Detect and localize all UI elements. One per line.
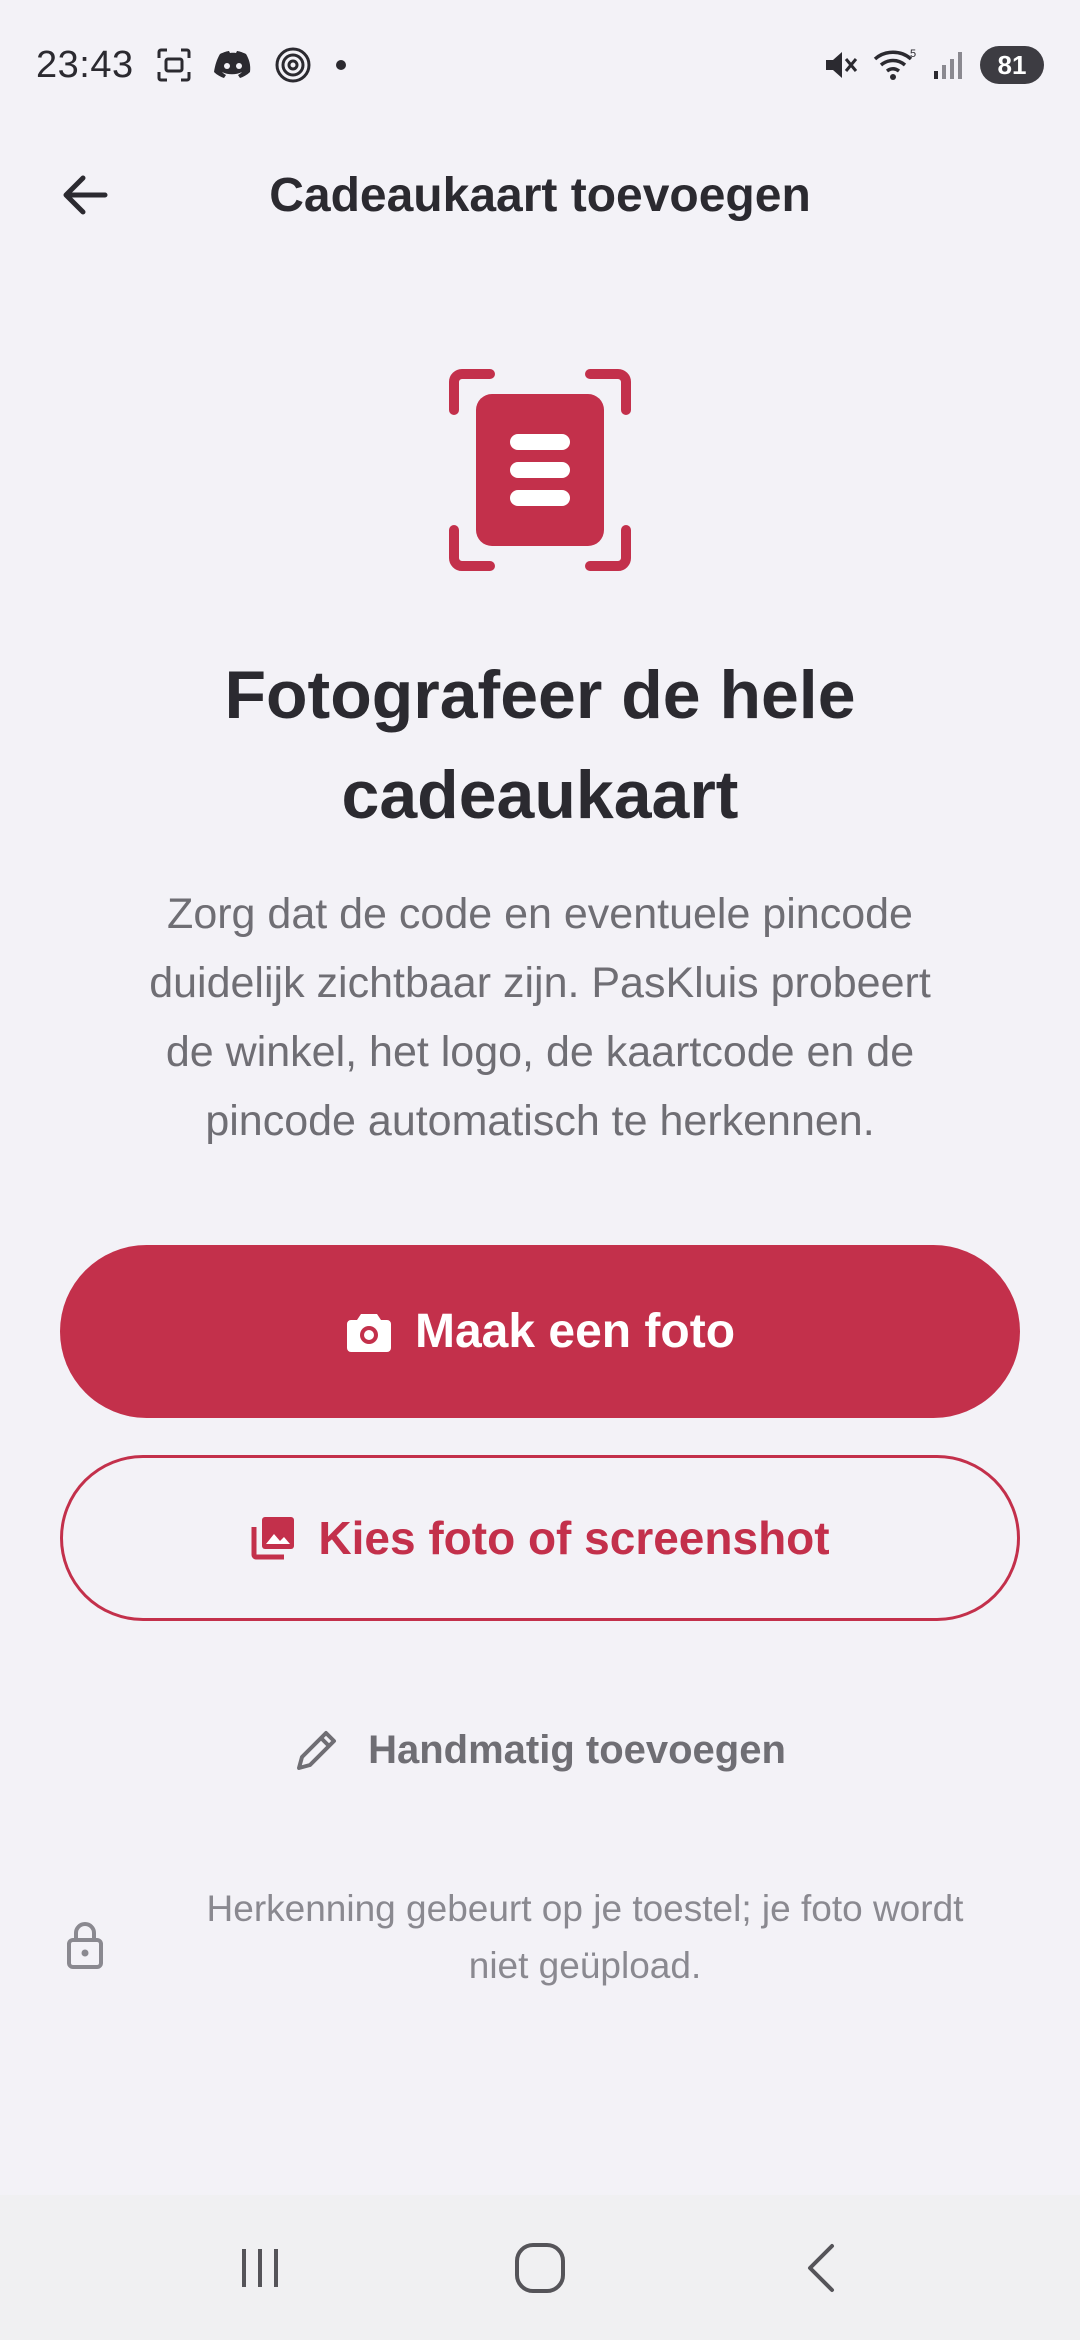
choose-photo-label: Kies foto of screenshot (318, 1512, 830, 1564)
mute-icon (822, 47, 858, 83)
back-icon (808, 2243, 834, 2292)
page-title: Cadeaukaart toevoegen (269, 168, 811, 222)
photo-library-icon (251, 1517, 295, 1560)
take-photo-button[interactable]: Maak een foto (60, 1245, 1020, 1418)
arrow-left-icon (63, 175, 108, 215)
nav-home-button[interactable] (480, 2218, 600, 2318)
status-right: 5 81 (822, 46, 1044, 84)
app-bar: Cadeaukaart toevoegen (0, 140, 1080, 250)
take-photo-label: Maak een foto (414, 1305, 736, 1358)
recents-icon (242, 2248, 278, 2287)
description-line: Zorg dat de code en eventuele pincode (167, 890, 913, 938)
description-line: de winkel, het logo, de kaartcode en de (165, 1028, 915, 1076)
back-button[interactable] (40, 150, 130, 240)
status-bar: 23:43 5 81 (0, 0, 1080, 130)
navigation-bar (0, 2195, 1080, 2340)
description-line: duidelijk zichtbaar zijn. PasKluis probe… (149, 959, 931, 1007)
scan-document-icon (448, 368, 632, 572)
description-line: pincode automatisch te herkennen. (205, 1097, 875, 1145)
lock-icon (66, 1920, 104, 1975)
headline-line: cadeaukaart (341, 757, 739, 833)
nav-recents-button[interactable] (200, 2218, 320, 2318)
screen: 23:43 5 81 Cadeaukaart toevoegen Fotogra… (0, 0, 1080, 2340)
svg-text:5: 5 (910, 48, 916, 60)
description: Zorg dat de code en eventuele pincode du… (70, 880, 1010, 1156)
privacy-text: Herkenning gebeurt op je toestel; je fot… (150, 1880, 1020, 1994)
status-left: 23:43 (36, 44, 348, 87)
headline-line: Fotografeer de hele (224, 657, 856, 733)
headline: Fotografeer de hele cadeaukaart (120, 645, 960, 845)
privacy-line: niet geüpload. (468, 1945, 702, 1986)
nav-back-button[interactable] (760, 2218, 880, 2318)
battery-indicator: 81 (980, 46, 1044, 84)
camera-icon (346, 1313, 391, 1352)
pencil-icon (297, 1731, 337, 1770)
choose-photo-button[interactable]: Kies foto of screenshot (60, 1455, 1020, 1621)
status-time: 23:43 (36, 43, 134, 86)
fingerprint-icon (274, 46, 312, 84)
wifi-icon: 5 (872, 47, 918, 83)
signal-icon (932, 49, 966, 81)
home-icon (515, 2242, 565, 2293)
privacy-line: Herkenning gebeurt op je toestel; je fot… (206, 1888, 964, 1929)
manual-add-label: Handmatig toevoegen (368, 1727, 786, 1772)
discord-icon (213, 50, 252, 80)
screenshot-icon (156, 47, 192, 83)
manual-add-link[interactable]: Handmatig toevoegen (280, 1715, 800, 1785)
dot-icon (334, 58, 348, 72)
